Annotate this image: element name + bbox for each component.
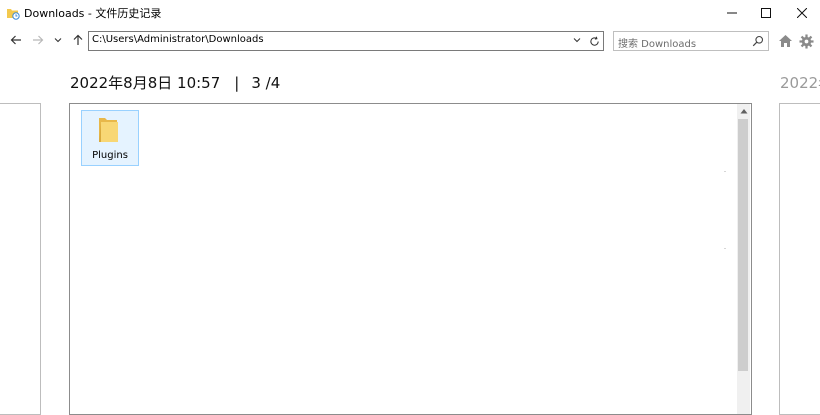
forward-button[interactable] [30,32,46,48]
arrow-up-icon [73,34,83,45]
refresh-button[interactable] [585,31,604,51]
navigation-bar: C:\Users\Administrator\Downloads 搜索 Down… [0,26,820,56]
file-name: Plugins [92,150,128,161]
back-button[interactable] [8,32,24,48]
up-button[interactable] [70,32,86,48]
chevron-down-icon[interactable] [571,34,583,46]
folder-history-icon [6,5,20,20]
scroll-thumb[interactable] [738,119,748,371]
chevron-down-icon [54,38,62,43]
home-icon [778,35,792,47]
folder-icon [96,115,120,145]
snapshot-header: 2022年8月8日 10:57 | 3 /4 [70,72,280,93]
close-icon [797,8,807,18]
file-view-panel: Plugins [69,103,752,415]
address-path: C:\Users\Administrator\Downloads [92,34,264,45]
arrow-left-icon [10,35,21,45]
minimize-button[interactable] [714,0,750,26]
title-bar: Downloads - 文件历史记录 [0,0,820,26]
scroll-up-button[interactable] [737,104,750,118]
triangle-up-icon [740,109,747,114]
recent-locations-button[interactable] [50,32,66,48]
next-snapshot-panel[interactable] [779,103,820,415]
search-icon[interactable] [751,34,765,48]
artifact-dot [724,248,726,249]
artifact-dot [724,171,726,172]
close-button[interactable] [784,0,820,26]
previous-snapshot-panel[interactable] [0,103,41,415]
address-bar[interactable]: C:\Users\Administrator\Downloads [88,31,586,51]
folder-item-plugins[interactable]: Plugins [81,110,139,166]
settings-button[interactable] [797,32,815,50]
vertical-scrollbar[interactable] [737,104,750,414]
arrow-right-icon [33,35,44,45]
snapshot-date: 2022年8月8日 10:57 [70,74,221,92]
home-button[interactable] [776,32,794,50]
minimize-icon [727,12,737,14]
refresh-icon [589,36,599,46]
window-title: Downloads - 文件历史记录 [24,7,162,20]
search-box[interactable]: 搜索 Downloads [613,31,769,51]
search-input[interactable]: 搜索 Downloads [618,35,696,50]
maximize-button[interactable] [748,0,784,26]
maximize-icon [761,8,771,18]
gear-icon [798,33,814,49]
separator: | [234,74,240,92]
snapshot-position: 3 /4 [251,74,281,92]
next-snapshot-date[interactable]: 2022年 [780,72,820,93]
